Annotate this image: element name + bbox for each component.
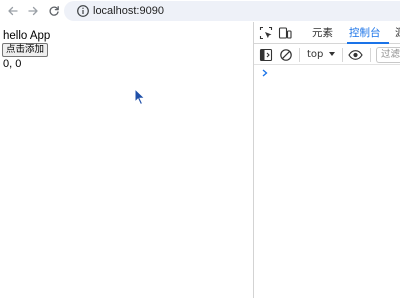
tab-console[interactable]: 控制台 xyxy=(349,26,381,40)
console-toolbar: top 过滤 xyxy=(254,45,400,65)
browser-toolbar: localhost:9090 xyxy=(0,0,400,22)
toolbar-divider xyxy=(370,48,371,62)
console-prompt-icon[interactable] xyxy=(260,68,270,78)
tab-sources[interactable]: 源 xyxy=(395,26,400,40)
back-button[interactable] xyxy=(4,2,22,20)
toolbar-divider xyxy=(299,48,300,62)
tab-elements[interactable]: 元素 xyxy=(312,26,333,40)
sidebar-toggle-icon[interactable] xyxy=(259,48,273,62)
url-text: localhost:9090 xyxy=(93,5,164,17)
arrow-right-icon xyxy=(28,6,38,16)
toolbar-divider xyxy=(342,48,343,62)
devtools-panel: 元素 控制台 源 top 过滤 xyxy=(253,22,400,298)
filter-input[interactable]: 过滤 xyxy=(376,47,400,63)
chevron-down-icon xyxy=(329,52,335,56)
clear-console-icon[interactable] xyxy=(279,48,293,62)
active-tab-indicator xyxy=(347,42,389,44)
add-button[interactable]: 点击添加 xyxy=(2,43,49,57)
info-icon[interactable] xyxy=(76,4,90,18)
coords-text: 0, 0 xyxy=(3,58,22,70)
page-title: hello App xyxy=(3,30,51,42)
address-bar[interactable]: localhost:9090 xyxy=(64,1,400,21)
context-selector[interactable]: top xyxy=(307,48,323,61)
device-toolbar-icon[interactable] xyxy=(278,26,292,40)
arrow-left-icon xyxy=(8,6,18,16)
page-viewport: hello App 点击添加 0, 0 xyxy=(0,22,253,298)
forward-button[interactable] xyxy=(24,2,42,20)
eye-icon[interactable] xyxy=(348,48,363,62)
reload-button[interactable] xyxy=(45,2,63,20)
devtools-tabbar: 元素 控制台 源 xyxy=(254,22,400,44)
inspect-element-icon[interactable] xyxy=(259,26,273,40)
mouse-cursor-icon xyxy=(134,88,146,106)
reload-icon xyxy=(49,6,59,16)
